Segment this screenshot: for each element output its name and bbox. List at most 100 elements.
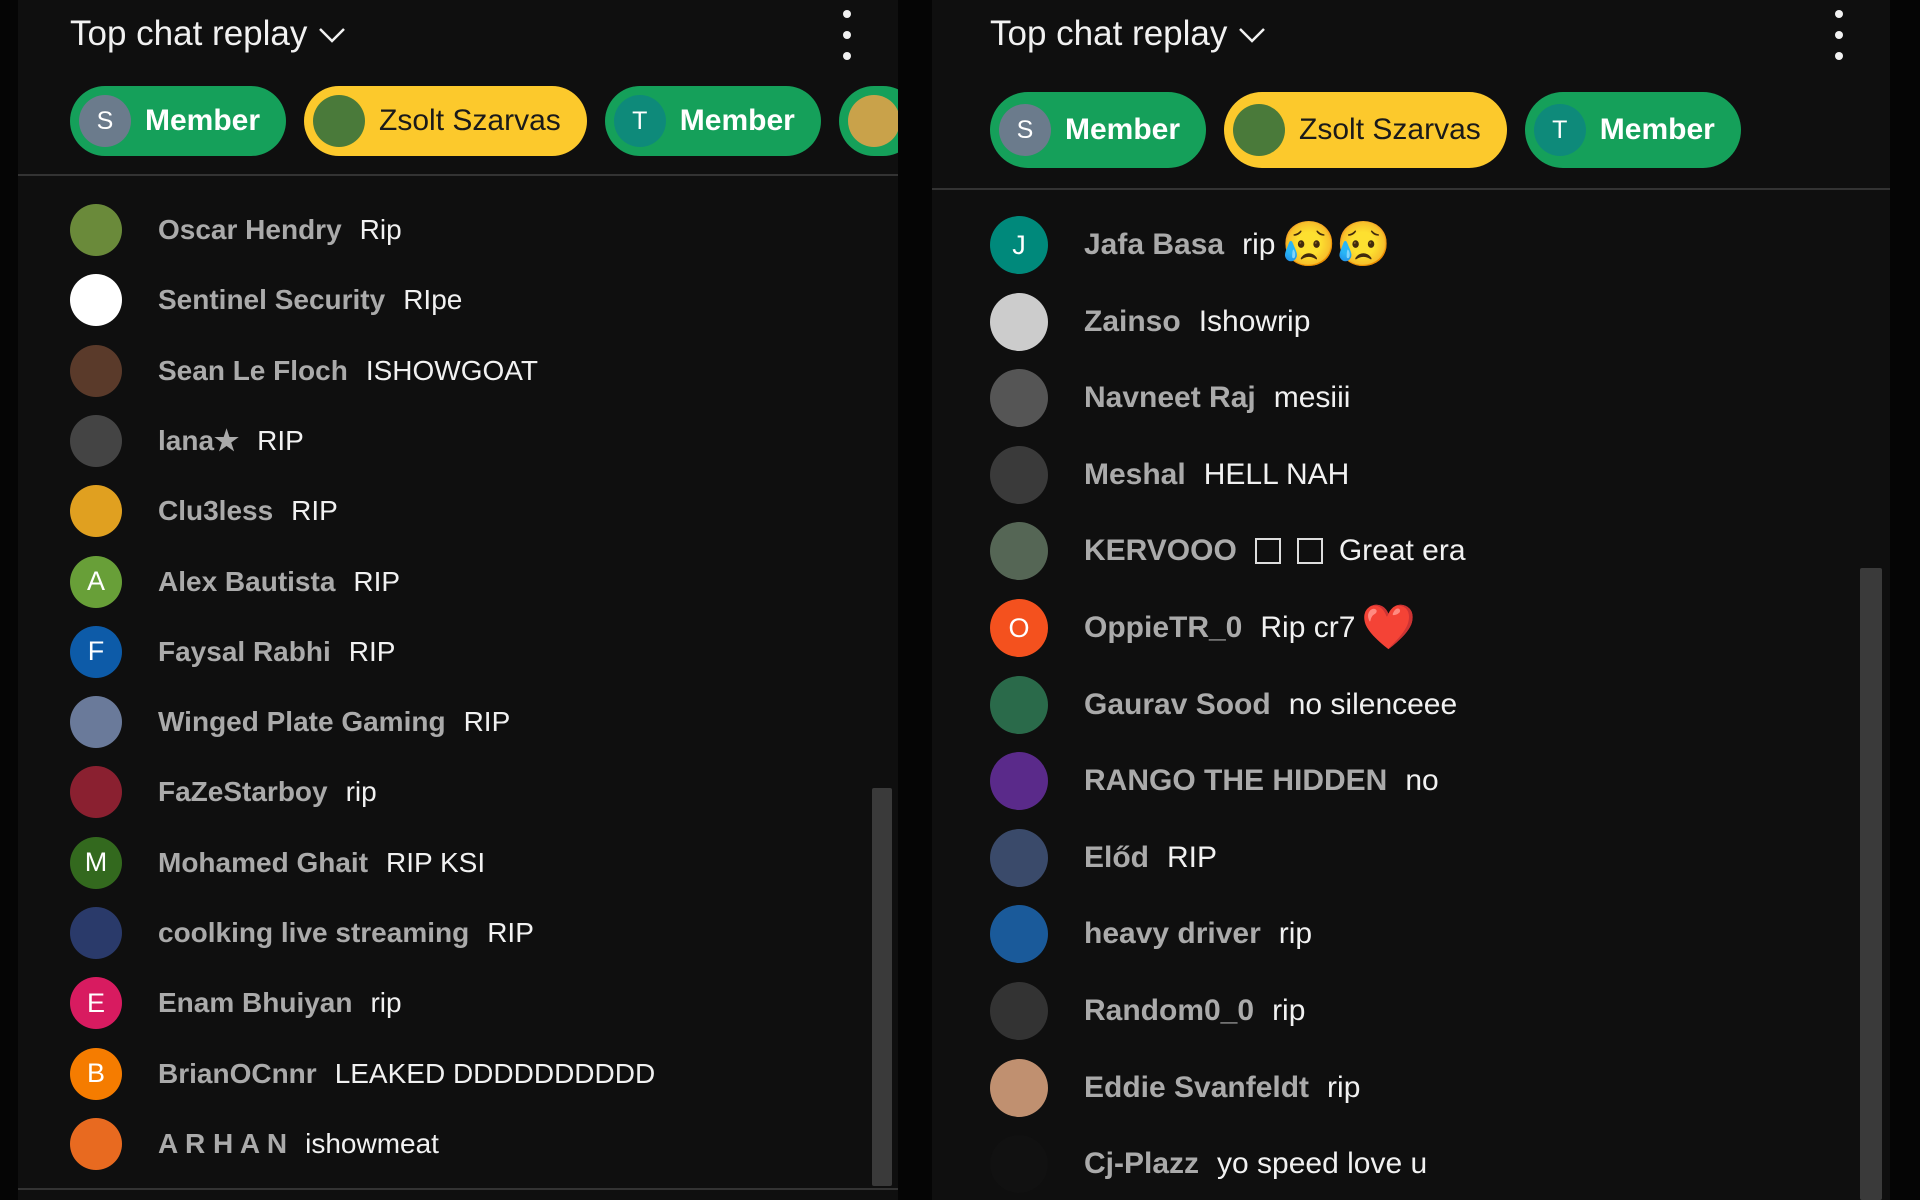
more-options-icon[interactable] [830,10,864,60]
author-name[interactable]: Navneet Raj [1084,381,1256,415]
message-body: rip [370,987,402,1019]
author-avatar[interactable] [70,414,122,467]
message-text: RIP [464,706,511,738]
chat-message: Gaurav Sood no silenceee [990,675,1457,734]
author-avatar[interactable] [990,292,1048,351]
author-name[interactable]: Gaurav Sood [1084,688,1271,722]
message-body: RIP [257,424,304,456]
ticker-chip[interactable]: S Member [990,92,1207,168]
author-avatar[interactable]: E [70,977,122,1030]
author-avatar[interactable]: O [990,599,1048,657]
author-avatar[interactable] [70,344,122,397]
author-avatar[interactable]: J [990,216,1048,274]
author-name[interactable]: BrianOCnnr [158,1058,317,1090]
author-name[interactable]: Clu3less [158,495,273,527]
author-avatar[interactable] [70,696,122,749]
author-name[interactable]: Random0_0 [1084,994,1254,1028]
author-name[interactable]: Cj-Plazz [1084,1147,1199,1181]
chat-message: Sentinel Security RIpe [70,274,462,327]
message-body: RIP [353,565,401,597]
ticker-chips: S Member Zsolt Szarvas T Member [70,86,898,156]
author-name[interactable]: Sentinel Security [158,284,385,316]
author-avatar[interactable] [70,766,122,819]
message-text: no [1405,764,1438,798]
author-name[interactable]: heavy driver [1084,917,1261,951]
left-edge-gutter [0,0,18,1200]
center-gutter [898,0,932,1200]
author-avatar[interactable]: M [70,836,122,889]
author-avatar[interactable]: F [70,625,122,678]
author-avatar[interactable] [990,369,1048,428]
author-avatar[interactable] [990,1058,1048,1117]
ticker-chips: S Member Zsolt Szarvas T Member [990,92,1741,168]
author-name[interactable]: Mohamed Ghait [158,847,368,879]
message-body: Great era [1338,534,1466,568]
author-name[interactable]: Enam Bhuiyan [158,987,352,1019]
chat-mode-dropdown[interactable]: Top chat replay [70,14,347,54]
ticker-chip[interactable]: T Member [1524,92,1741,168]
message-text: yo speed love u [1217,1147,1427,1181]
author-name[interactable]: Oscar Hendry [158,214,342,246]
right-chat-panel: Top chat replay S Member Zsolt Szarvas T Mem… [932,0,1890,1200]
chat-message: E Enam Bhuiyan rip [70,977,402,1030]
message-text: RIP [349,636,396,668]
author-avatar[interactable]: B [70,1047,122,1100]
message-body: rip [345,776,377,808]
chat-mode-dropdown[interactable]: Top chat replay [990,14,1267,54]
author-avatar[interactable]: A [70,555,122,608]
author-avatar[interactable] [70,274,122,327]
author-avatar[interactable] [990,982,1048,1040]
more-options-icon[interactable] [1822,10,1856,60]
message-text: Rip cr7 ❤️ [1260,606,1416,650]
author-name[interactable]: Zainso [1084,305,1181,339]
author-avatar[interactable] [70,1117,122,1170]
scrollbar-thumb[interactable] [1860,568,1882,1200]
author-avatar[interactable] [70,204,122,256]
author-name[interactable]: FaZeStarboy [158,776,328,808]
author-name[interactable]: Eddie Svanfeldt [1084,1071,1309,1105]
chip-label: Member [679,104,795,137]
message-body: ishowmeat [305,1127,439,1159]
chat-message: Navneet Raj mesiii [990,369,1350,428]
chat-message: J Jafa Basa rip 😥😥 [990,216,1391,274]
chat-message: Winged Plate Gaming RIP [70,696,511,749]
chevron-down-icon [1237,14,1267,54]
message-body: RIP [348,635,396,667]
author-name[interactable]: Előd [1084,841,1149,875]
author-name[interactable]: lana★ [158,424,239,457]
author-avatar[interactable] [990,905,1048,964]
ticker-chip[interactable]: S Member [70,86,287,156]
message-body: RIP [291,495,338,527]
author-name[interactable]: KERVOOO [1084,534,1237,568]
chat-message: Meshal HELL NAH [990,445,1349,504]
author-name[interactable]: OppieTR_0 [1084,611,1242,645]
message-text: ISHOWGOAT [366,355,538,387]
author-name[interactable]: A R H A N [158,1128,287,1160]
author-avatar[interactable] [990,522,1048,581]
author-avatar[interactable] [990,752,1048,811]
author-name[interactable]: Alex Bautista [158,566,335,598]
author-name[interactable]: Sean Le Floch [158,355,348,387]
message-text: RIP [257,425,304,457]
message-text: rip [1279,917,1312,951]
message-text: Ishowrip [1199,305,1311,339]
scrollbar-thumb[interactable] [872,788,892,1186]
ticker-chip[interactable]: Zsolt Szarvas [1224,92,1507,168]
author-name[interactable]: coolking live streaming [158,917,469,949]
author-name[interactable]: Faysal Rabhi [158,636,331,668]
author-name[interactable]: Winged Plate Gaming [158,706,446,738]
ticker-chip[interactable] [838,86,898,156]
emoji-icon: 😥😥 [1281,220,1392,269]
author-avatar[interactable] [990,445,1048,504]
author-avatar[interactable] [990,1135,1048,1194]
author-avatar[interactable] [70,485,122,538]
ticker-chip[interactable]: Zsolt Szarvas [304,86,587,156]
author-avatar[interactable] [70,907,122,959]
ticker-chip[interactable]: T Member [604,86,821,156]
author-name[interactable]: RANGO THE HIDDEN [1084,764,1387,798]
chat-mode-title: Top chat replay [990,14,1228,53]
author-name[interactable]: Meshal [1084,458,1186,492]
author-avatar[interactable] [990,675,1048,734]
author-name[interactable]: Jafa Basa [1084,228,1224,262]
author-avatar[interactable] [990,828,1048,887]
